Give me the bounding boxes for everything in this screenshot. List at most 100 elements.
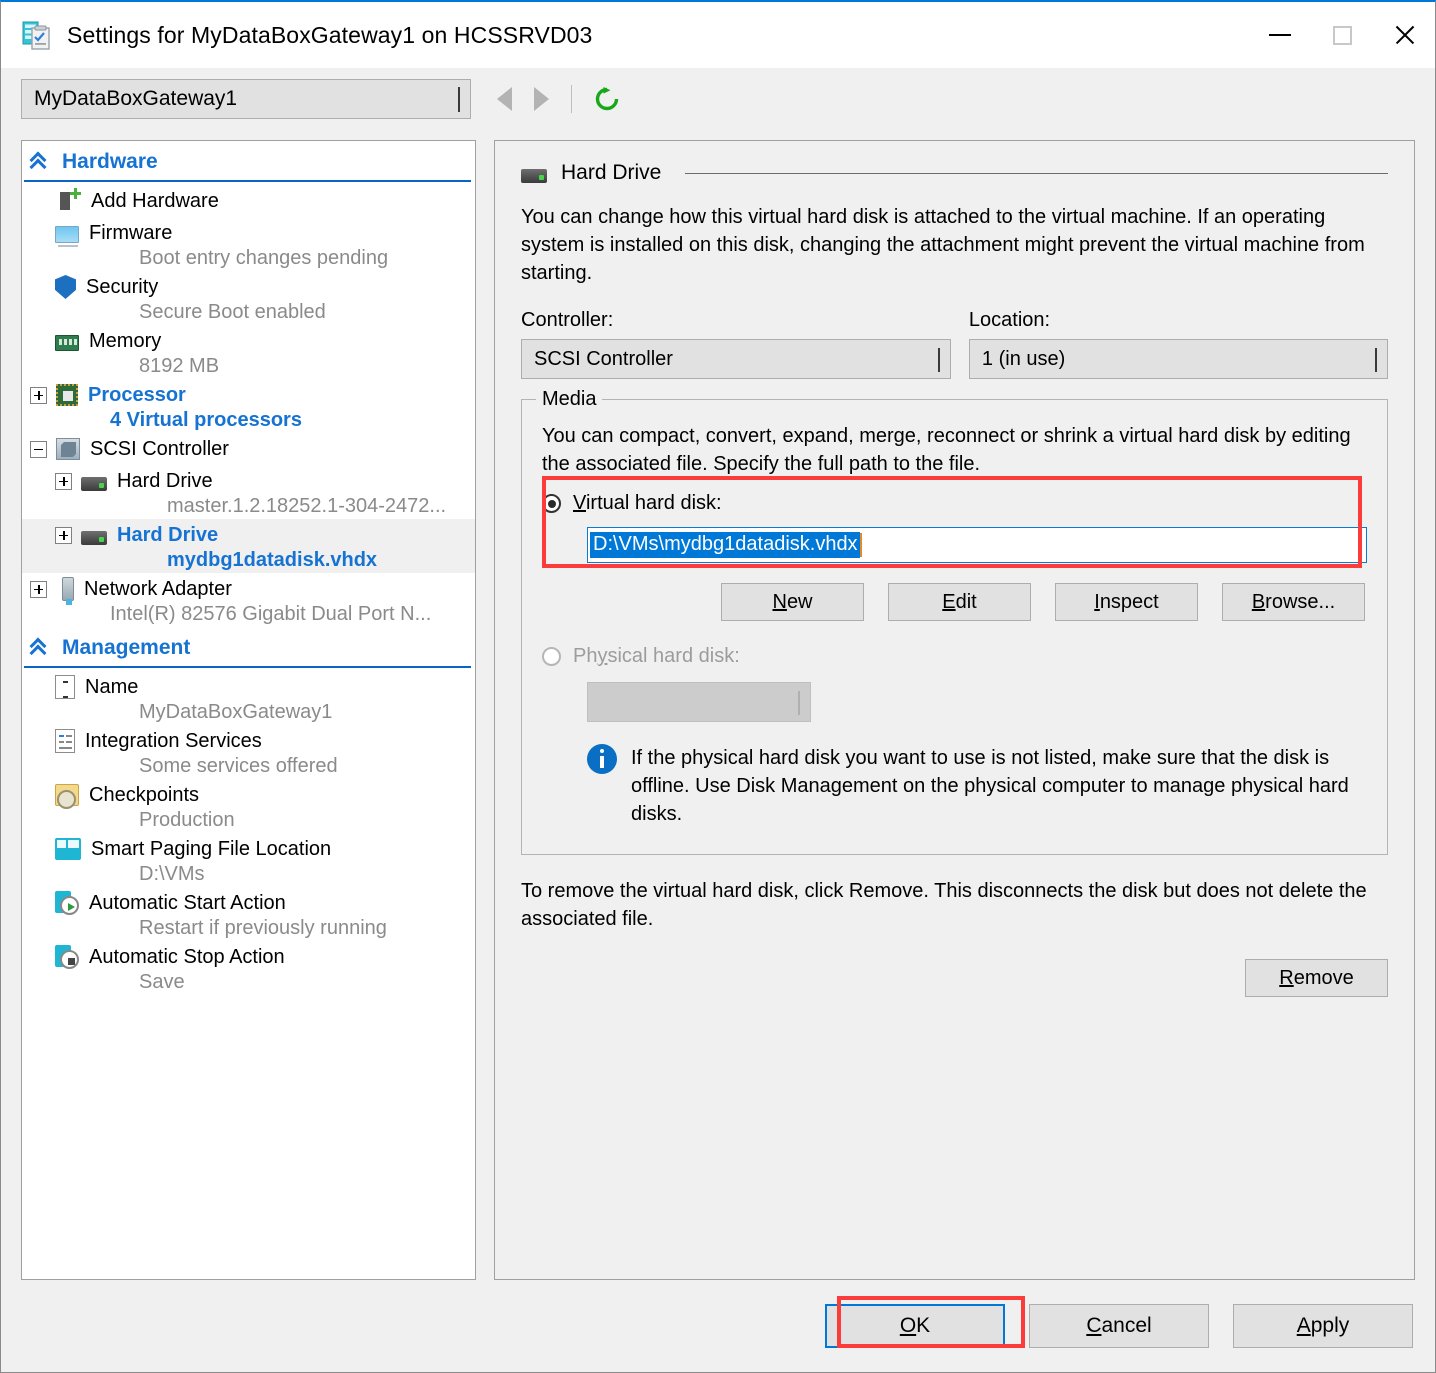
physical-hard-disk-option: Physical hard disk: <box>542 645 1367 668</box>
sidebar-item-automatic-start-action[interactable]: Automatic Start Action Restart if previo… <box>22 887 475 941</box>
sidebar-item-hard-drive-master[interactable]: Hard Drive master.1.2.18252.1-304-2472..… <box>22 465 475 519</box>
hard-drive-panel: Hard Drive You can change how this virtu… <box>494 140 1415 1280</box>
sidebar-item-memory[interactable]: Memory 8192 MB <box>22 325 475 379</box>
location-value: 1 (in use) <box>981 347 1066 370</box>
back-arrow-icon[interactable] <box>497 87 512 111</box>
panel-header: Hard Drive <box>521 161 1388 185</box>
minimize-icon[interactable] <box>1249 2 1311 68</box>
controller-label: Controller: <box>521 309 614 331</box>
scsi-controller-icon <box>56 438 80 460</box>
controller-dropdown[interactable]: SCSI Controller <box>521 339 951 379</box>
forward-arrow-icon[interactable] <box>534 87 549 111</box>
tree-item-sublabel: Secure Boot enabled <box>139 301 326 323</box>
dialog-footer: OK Cancel Apply <box>1 1280 1435 1372</box>
tree-item-sublabel: Boot entry changes pending <box>139 247 389 269</box>
inspect-button[interactable]: Inspect <box>1055 583 1198 621</box>
settings-tree[interactable]: Hardware Add Hardware Firmware Boot entr… <box>21 140 476 1280</box>
chevron-down-icon <box>1375 347 1377 372</box>
toolbar-separator <box>571 85 572 113</box>
tree-item-sublabel: Some services offered <box>139 755 338 777</box>
new-button[interactable]: New <box>721 583 864 621</box>
panel-title: Hard Drive <box>561 161 662 184</box>
expand-icon[interactable] <box>30 386 47 404</box>
tree-item-label: Firmware <box>89 221 173 244</box>
chevron-up-double-icon <box>29 637 48 662</box>
processor-icon <box>56 384 78 406</box>
controller-value: SCSI Controller <box>534 347 673 370</box>
chevron-up-double-icon <box>29 151 48 176</box>
panel-description: You can change how this virtual hard dis… <box>521 206 1365 284</box>
location-field: Location: 1 (in use) <box>968 309 1388 379</box>
smart-paging-icon <box>55 838 81 860</box>
sidebar-item-smart-paging-file-location[interactable]: Smart Paging File Location D:\VMs <box>22 833 475 887</box>
location-dropdown[interactable]: 1 (in use) <box>968 339 1388 379</box>
collapse-icon[interactable] <box>30 440 47 458</box>
hard-drive-icon <box>521 169 547 183</box>
media-groupbox: Media You can compact, convert, expand, … <box>521 388 1388 855</box>
sidebar-item-integration-services[interactable]: Integration Services Some services offer… <box>22 725 475 779</box>
edit-button[interactable]: Edit <box>888 583 1031 621</box>
chevron-down-icon <box>798 690 800 715</box>
ok-button[interactable]: OK <box>825 1304 1005 1348</box>
sidebar-item-firmware[interactable]: Firmware Boot entry changes pending <box>22 217 475 271</box>
sidebar-item-network-adapter[interactable]: Network Adapter Intel(R) 82576 Gigabit D… <box>22 573 475 627</box>
sidebar-item-scsi-controller[interactable]: SCSI Controller <box>22 433 475 465</box>
memory-icon <box>55 335 79 351</box>
sidebar-item-security[interactable]: Security Secure Boot enabled <box>22 271 475 325</box>
window-controls <box>1249 2 1435 68</box>
tree-item-sublabel: 8192 MB <box>139 355 220 377</box>
virtual-hard-disk-path-input[interactable]: D:\VMs\mydbg1datadisk.vhdx <box>587 527 1367 563</box>
radio-virtual-hard-disk[interactable] <box>542 494 561 513</box>
tree-item-sublabel: Intel(R) 82576 Gigabit Dual Port N... <box>110 603 432 625</box>
network-adapter-icon <box>62 577 74 605</box>
disk-action-buttons: New Edit Inspect Browse... <box>542 583 1367 621</box>
header-divider <box>685 172 1388 174</box>
tree-item-sublabel: 4 Virtual processors <box>110 409 302 431</box>
sidebar-item-hard-drive-datadisk[interactable]: Hard Drive mydbg1datadisk.vhdx <box>22 519 475 573</box>
remove-button[interactable]: Remove <box>1245 959 1388 997</box>
toolbar-nav <box>497 85 620 113</box>
physical-hard-disk-dropdown <box>587 682 811 722</box>
hard-drive-icon <box>81 477 107 491</box>
tree-item-label: SCSI Controller <box>90 437 229 460</box>
tree-item-sublabel: master.1.2.18252.1-304-2472... <box>167 495 447 517</box>
text-cursor <box>859 533 862 557</box>
tree-group-hardware[interactable]: Hardware <box>24 147 471 182</box>
auto-start-icon <box>55 891 79 915</box>
sidebar-item-processor[interactable]: Processor 4 Virtual processors <box>22 379 475 433</box>
sidebar-item-checkpoints[interactable]: Checkpoints Production <box>22 779 475 833</box>
expand-icon[interactable] <box>55 526 72 544</box>
tree-group-management[interactable]: Management <box>24 633 471 668</box>
name-icon <box>55 675 75 699</box>
tree-item-label: Network Adapter <box>84 577 232 600</box>
vm-selector-value: MyDataBoxGateway1 <box>34 87 238 110</box>
remove-note: To remove the virtual hard disk, click R… <box>521 880 1367 930</box>
tree-item-label: Checkpoints <box>89 783 200 806</box>
firmware-icon <box>55 226 79 247</box>
close-icon[interactable] <box>1373 2 1435 68</box>
browse-button[interactable]: Browse... <box>1222 583 1365 621</box>
tree-item-sublabel: Production <box>139 809 235 831</box>
tree-item-label: Automatic Start Action <box>89 891 286 914</box>
sidebar-item-name[interactable]: Name MyDataBoxGateway1 <box>22 671 475 725</box>
tree-group-label: Management <box>62 636 191 659</box>
physical-disk-info: If the physical hard disk you want to us… <box>587 744 1367 828</box>
expand-icon[interactable] <box>55 472 72 490</box>
cancel-button[interactable]: Cancel <box>1029 1304 1209 1348</box>
vm-selector-dropdown[interactable]: MyDataBoxGateway1 <box>21 79 471 119</box>
security-shield-icon <box>55 275 76 299</box>
title-bar: Settings for MyDataBoxGateway1 on HCSSRV… <box>1 2 1435 68</box>
sidebar-item-add-hardware[interactable]: Add Hardware <box>22 185 475 217</box>
maximize-icon[interactable] <box>1311 2 1373 68</box>
controller-field: Controller: SCSI Controller <box>521 309 951 379</box>
sidebar-item-automatic-stop-action[interactable]: Automatic Stop Action Save <box>22 941 475 995</box>
refresh-icon[interactable] <box>594 86 620 112</box>
tree-item-label: Hard Drive <box>117 469 213 492</box>
chevron-down-icon <box>937 347 940 372</box>
radio-physical-hard-disk <box>542 647 561 666</box>
virtual-hard-disk-option[interactable]: Virtual hard disk: <box>542 492 1367 515</box>
apply-button[interactable]: Apply <box>1233 1304 1413 1348</box>
vm-settings-icon <box>21 18 55 52</box>
integration-services-icon <box>55 729 75 753</box>
expand-icon[interactable] <box>30 580 47 598</box>
